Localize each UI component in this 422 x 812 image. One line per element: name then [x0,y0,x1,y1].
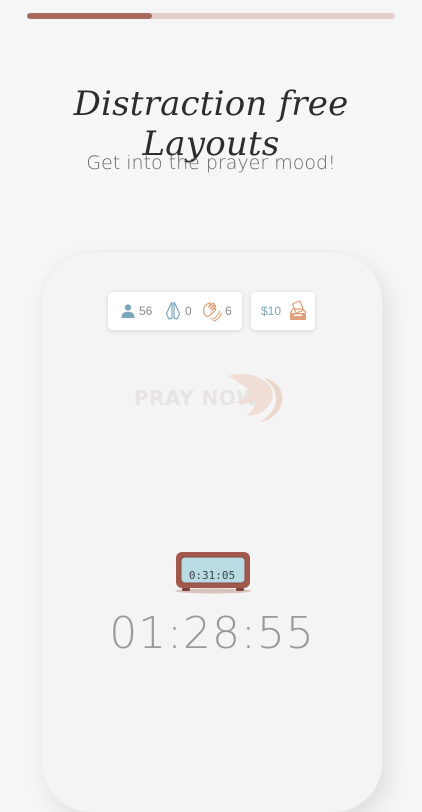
claps-stat: 6 [200,301,232,322]
page-subtitle: Get into the prayer mood! [86,152,336,174]
dove-icon [228,374,283,422]
prayers-count: 0 [185,304,192,318]
claps-count: 6 [225,304,232,318]
praying-hands-icon [165,301,181,320]
stats-card: 56 0 6 [108,292,242,330]
onboarding-progress-bar [27,13,395,19]
donate-amount: $10 [261,304,282,318]
onboarding-progress-fill [27,13,153,19]
app-logo: PRAY NOW [130,370,300,424]
clapping-hands-icon [203,302,222,322]
phone-preview: 56 0 6 $10 PRAY NOW 0:31:05 01:28:55 [42,252,382,812]
prayers-stat: 0 [164,301,192,321]
people-count: 56 [139,304,153,318]
donation-box-icon [289,300,307,320]
donate-button[interactable]: $10 [251,292,315,330]
person-icon [121,304,135,318]
people-stat: 56 [120,301,152,321]
alarm-clock-display: 0:31:05 [188,569,236,582]
prayer-timer: 01:28:55 [109,608,315,659]
